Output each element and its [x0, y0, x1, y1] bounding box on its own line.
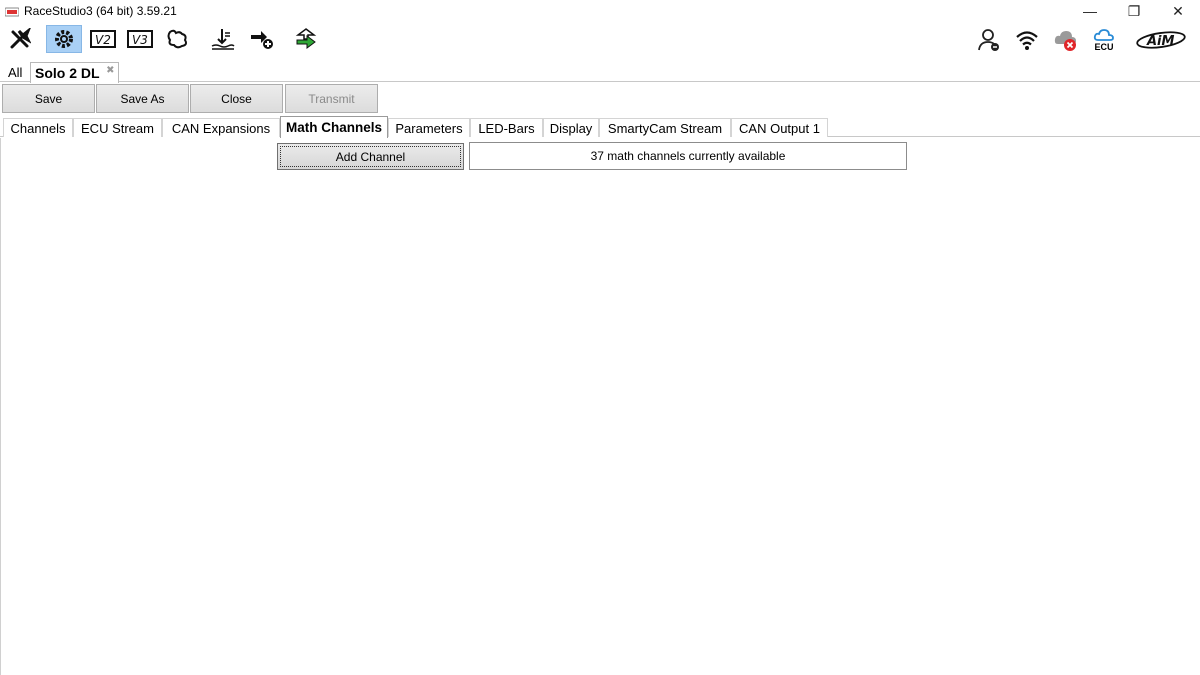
svg-text:V3: V3 — [132, 33, 148, 47]
close-window-button[interactable]: ✕ — [1156, 0, 1200, 22]
tab-parameters[interactable]: Parameters — [388, 118, 470, 137]
window-controls: — ❐ ✕ — [1068, 0, 1200, 22]
data-download-icon[interactable] — [207, 25, 239, 53]
close-button[interactable]: Close — [190, 84, 283, 113]
v2-icon[interactable]: V2 — [87, 25, 119, 53]
main-toolbar: V2 V3 ECU AiM — [0, 22, 1200, 58]
tab-can-expansions[interactable]: CAN Expansions — [162, 118, 280, 137]
save-button[interactable]: Save — [2, 84, 95, 113]
tab-can-output-1[interactable]: CAN Output 1 — [731, 118, 828, 137]
v3-icon[interactable]: V3 — [124, 25, 156, 53]
app-icon — [4, 6, 20, 17]
cloud-error-icon[interactable] — [1052, 25, 1080, 55]
tab-math-channels[interactable]: Math Channels — [280, 116, 388, 138]
wifi-icon[interactable] — [1013, 25, 1041, 55]
tab-smartycam-stream[interactable]: SmartyCam Stream — [599, 118, 731, 137]
add-channel-button[interactable]: Add Channel — [277, 143, 464, 170]
tab-display[interactable]: Display — [543, 118, 599, 137]
device-tabs: All Solo 2 DL ✖ — [0, 60, 1200, 83]
math-channels-panel: Add Channel 37 math channels currently a… — [0, 138, 1200, 675]
ecu-label: ECU — [1094, 42, 1114, 52]
svg-text:V2: V2 — [95, 33, 111, 47]
title-bar: RaceStudio3 (64 bit) 3.59.21 — ❐ ✕ — [0, 0, 1200, 22]
device-tab-all[interactable]: All — [4, 62, 26, 82]
svg-text:AiM: AiM — [1146, 34, 1175, 49]
ecu-cloud-icon[interactable]: ECU — [1090, 25, 1118, 55]
tab-ecu-stream[interactable]: ECU Stream — [73, 118, 162, 137]
add-device-icon[interactable] — [246, 25, 278, 53]
section-tabs: Channels ECU Stream CAN Expansions Math … — [0, 116, 1200, 138]
window-title: RaceStudio3 (64 bit) 3.59.21 — [24, 4, 177, 18]
user-icon[interactable] — [975, 25, 1003, 55]
save-as-button[interactable]: Save As — [96, 84, 189, 113]
action-bar: Save Save As Close Transmit — [0, 83, 1200, 114]
transmit-button[interactable]: Transmit — [285, 84, 378, 113]
tab-channels[interactable]: Channels — [3, 118, 73, 137]
minimize-button[interactable]: — — [1068, 0, 1112, 22]
available-channels-info: 37 math channels currently available — [469, 142, 907, 170]
wrench-icon[interactable] — [4, 25, 36, 53]
device-tab-solo-2-dl[interactable]: Solo 2 DL ✖ — [30, 62, 119, 83]
device-tab-label: Solo 2 DL — [35, 65, 100, 81]
gear-icon[interactable] — [46, 25, 82, 53]
tab-led-bars[interactable]: LED-Bars — [470, 118, 543, 137]
transfer-icon[interactable] — [290, 25, 322, 53]
close-device-tab-icon[interactable]: ✖ — [106, 65, 114, 76]
aim-logo: AiM — [1134, 25, 1188, 55]
restore-button[interactable]: ❐ — [1112, 0, 1156, 22]
track-map-icon[interactable] — [162, 25, 194, 53]
